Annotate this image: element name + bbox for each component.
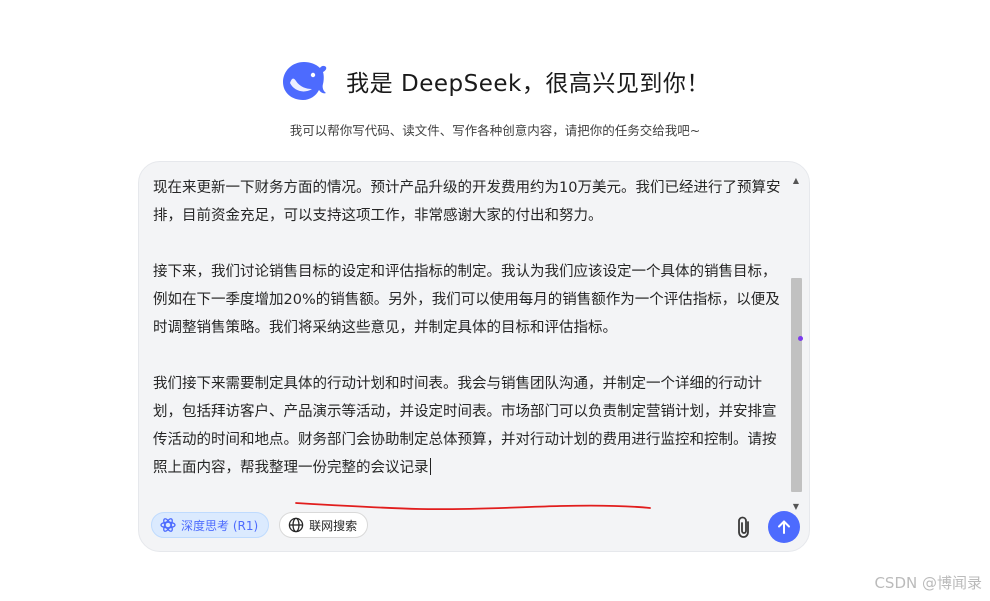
input-toolbar: 深度思考 (R1) 联网搜索 (151, 512, 369, 542)
web-search-button[interactable]: 联网搜索 (279, 512, 369, 538)
scroll-up-arrow-icon[interactable]: ▲ (791, 176, 801, 186)
message-paragraph-text: 我们接下来需要制定具体的行动计划和时间表。我会与销售团队沟通，并制定一个详细的行… (153, 376, 777, 448)
welcome-header: 我是 DeepSeek，很高兴见到你！ (0, 58, 990, 104)
scroll-thumb[interactable] (791, 278, 802, 492)
deep-think-button[interactable]: 深度思考 (R1) (151, 512, 270, 538)
atom-icon (160, 518, 176, 532)
page-subtitle: 我可以帮你写代码、读文件、写作各种创意内容，请把你的任务交给我吧~ (289, 123, 701, 138)
deep-think-label: 深度思考 (R1) (181, 518, 259, 533)
watermark-text: CSDN @博闻录 (874, 574, 982, 592)
deepseek-logo-icon (283, 62, 327, 100)
scroll-down-arrow-icon[interactable]: ▼ (791, 502, 801, 512)
message-paragraph: 我们接下来需要制定具体的行动计划和时间表。我会与销售团队沟通，并制定一个详细的行… (153, 370, 785, 482)
page-title: 我是 DeepSeek，很高兴见到你！ (346, 71, 710, 97)
globe-icon (288, 517, 304, 533)
paperclip-icon[interactable] (733, 515, 755, 539)
message-paragraph: 接下来，我们讨论销售目标的设定和评估指标的制定。我认为我们应该设定一个具体的销售… (153, 264, 780, 336)
status-dot (798, 336, 803, 341)
chat-input-box: 现在来更新一下财务方面的情况。预计产品升级的开发费用约为10万美元。我们已经进行… (138, 161, 810, 552)
message-paragraph: 现在来更新一下财务方面的情况。预计产品升级的开发费用约为10万美元。我们已经进行… (153, 180, 781, 224)
message-textarea[interactable]: 现在来更新一下财务方面的情况。预计产品升级的开发费用约为10万美元。我们已经进行… (153, 174, 785, 514)
send-button[interactable] (768, 511, 800, 543)
web-search-label: 联网搜索 (309, 518, 358, 533)
text-caret (429, 458, 431, 475)
arrow-up-icon (778, 520, 790, 534)
